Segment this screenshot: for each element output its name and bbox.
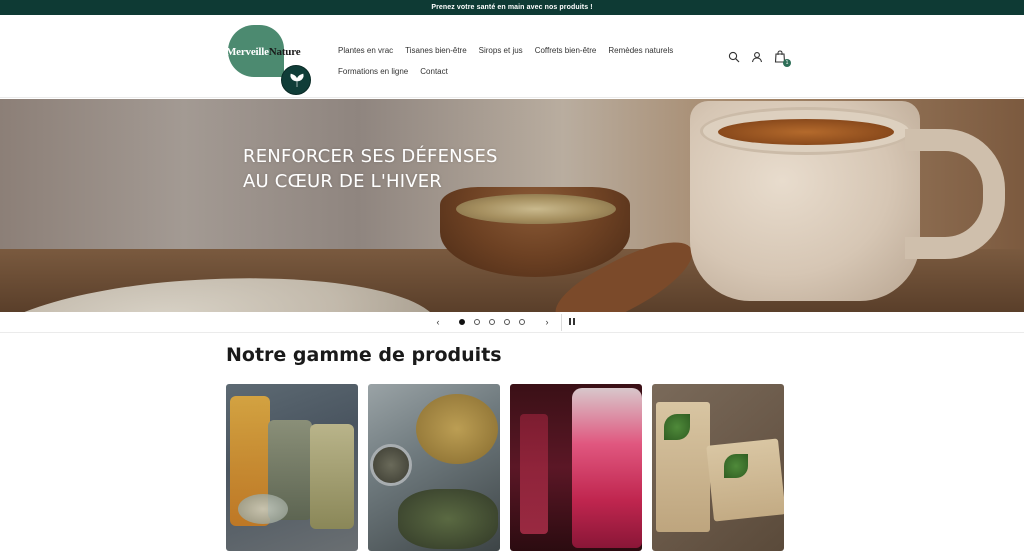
hero-title: RENFORCER SES DÉFENSES AU CŒUR DE L'HIVE… bbox=[243, 146, 498, 192]
slider-divider bbox=[561, 314, 562, 331]
hero-banner[interactable]: RENFORCER SES DÉFENSES AU CŒUR DE L'HIVE… bbox=[0, 99, 1024, 312]
slider-pause-button[interactable] bbox=[568, 318, 577, 327]
cart-count-badge: 1 bbox=[783, 59, 791, 67]
slider-dot-3[interactable] bbox=[489, 319, 495, 325]
slider-dot-5[interactable] bbox=[519, 319, 525, 325]
nav-item-coffrets-bien-etre[interactable]: Coffrets bien-être bbox=[535, 46, 597, 55]
hero-image-mug-handle bbox=[905, 129, 1005, 259]
announcement-bar: Prenez votre santé en main avec nos prod… bbox=[0, 0, 1024, 15]
hero-image-herbs bbox=[456, 194, 616, 224]
ginkgo-leaf-icon bbox=[281, 65, 311, 95]
announcement-text: Prenez votre santé en main avec nos prod… bbox=[431, 4, 593, 11]
nav-row-2: Formations en ligne Contact bbox=[338, 61, 718, 82]
main-nav: Plantes en vrac Tisanes bien-être Sirops… bbox=[338, 40, 718, 82]
slider-prev-button[interactable]: ‹ bbox=[432, 316, 444, 328]
logo-text: MerveilleNature bbox=[226, 46, 301, 58]
slider-next-button[interactable]: › bbox=[541, 316, 553, 328]
slider-dot-2[interactable] bbox=[474, 319, 480, 325]
nav-item-plantes-en-vrac[interactable]: Plantes en vrac bbox=[338, 46, 393, 55]
product-card-tisanes[interactable] bbox=[368, 384, 500, 551]
search-icon[interactable] bbox=[726, 49, 741, 64]
slider-controls: ‹ › bbox=[0, 312, 1024, 333]
product-card-coffrets[interactable] bbox=[652, 384, 784, 551]
product-card-plantes[interactable] bbox=[226, 384, 358, 551]
hero-image-tea bbox=[718, 119, 894, 145]
site-logo[interactable]: MerveilleNature bbox=[226, 24, 318, 95]
nav-item-tisanes-bien-etre[interactable]: Tisanes bien-être bbox=[405, 46, 467, 55]
nav-item-sirops-et-jus[interactable]: Sirops et jus bbox=[479, 46, 523, 55]
pause-icon bbox=[569, 318, 571, 325]
nav-item-contact[interactable]: Contact bbox=[420, 67, 448, 76]
product-card-sirops[interactable] bbox=[510, 384, 642, 551]
nav-item-remedes-naturels[interactable]: Remèdes naturels bbox=[608, 46, 673, 55]
slider-dot-1[interactable] bbox=[459, 319, 465, 325]
cart-icon[interactable]: 1 bbox=[772, 49, 791, 67]
nav-item-formations-en-ligne[interactable]: Formations en ligne bbox=[338, 67, 408, 76]
slider-dot-4[interactable] bbox=[504, 319, 510, 325]
site-header: MerveilleNature Plantes en vrac Tisanes … bbox=[0, 15, 1024, 98]
product-card-image bbox=[226, 384, 358, 551]
product-card-image bbox=[510, 384, 642, 551]
product-card-image bbox=[652, 384, 784, 551]
product-card-image bbox=[368, 384, 500, 551]
account-icon[interactable] bbox=[749, 49, 764, 64]
nav-row-1: Plantes en vrac Tisanes bien-être Sirops… bbox=[338, 40, 718, 61]
header-icons: 1 bbox=[726, 49, 791, 67]
products-section-title: Notre gamme de produits bbox=[226, 344, 502, 366]
